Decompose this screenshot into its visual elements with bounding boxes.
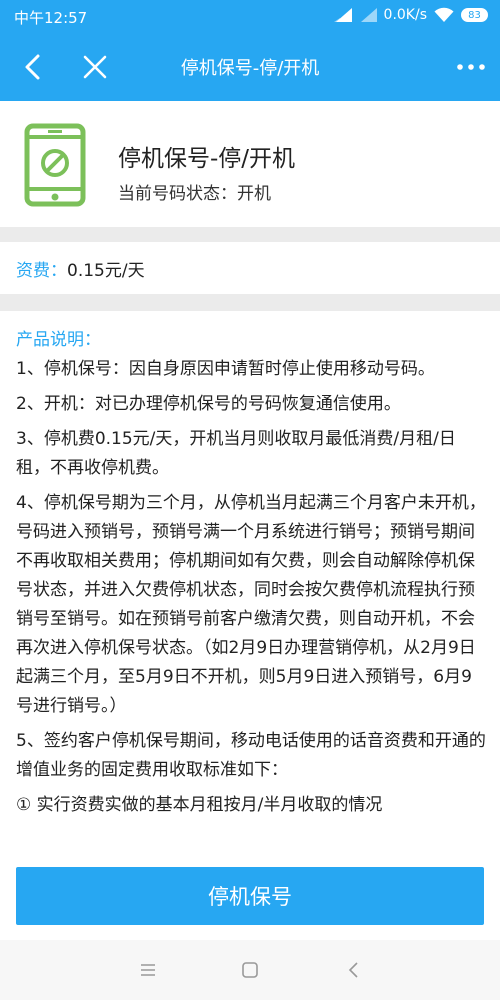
phone-suspend-icon: [24, 123, 86, 207]
suspend-number-button[interactable]: 停机保号: [16, 867, 484, 925]
wifi-icon: [434, 7, 454, 22]
signal-icon-2: [360, 8, 377, 22]
service-header-card: 停机保号-停/开机 当前号码状态：开机: [0, 101, 500, 227]
signal-icon: [333, 8, 352, 22]
battery-icon: 83: [461, 8, 488, 22]
fee-row: 资费：0.15元/天: [16, 256, 145, 281]
service-name: 停机保号-停/开机: [118, 146, 296, 172]
description-body: 1、停机保号：因自身原因申请暂时停止使用移动号码。 2、开机：对已办理停机保号的…: [16, 355, 486, 826]
description-paragraph: 4、停机保号期为三个月，从停机当月起满三个月客户未开机，号码进入预销号，预销号满…: [16, 493, 486, 716]
fee-label: 资费：: [16, 261, 67, 281]
close-icon[interactable]: [80, 52, 110, 82]
status-time: 中午12:57: [14, 9, 88, 27]
net-speed: 0.0K/s: [383, 7, 427, 23]
status-bar: 中午12:57 0.0K/s 83: [0, 0, 500, 34]
fee-value: 0.15元/天: [67, 261, 145, 281]
system-navigation-bar: [0, 940, 500, 1000]
status-right: 0.0K/s 83: [333, 7, 488, 23]
description-paragraph: 2、开机：对已办理停机保号的号码恢复通信使用。: [16, 394, 401, 414]
description-card[interactable]: 产品说明： 1、停机保号：因自身原因申请暂时停止使用移动号码。 2、开机：对已办…: [0, 311, 500, 851]
back-icon[interactable]: [344, 960, 364, 980]
home-icon[interactable]: [240, 960, 260, 980]
description-paragraph: 3、停机费0.15元/天，开机当月则收取月最低消费/月租/日租，不再收停机费。: [16, 429, 456, 478]
action-area: 停机保号: [0, 851, 500, 940]
menu-icon[interactable]: [138, 960, 158, 980]
description-paragraph: 1、停机保号：因自身原因申请暂时停止使用移动号码。: [16, 359, 435, 379]
more-options-icon[interactable]: [454, 52, 488, 82]
description-paragraph: 5、签约客户停机保号期间，移动电话使用的话音资费和开通的增值业务的固定费用收取标…: [16, 731, 486, 780]
navigation-bar: 停机保号-停/开机: [0, 34, 500, 100]
back-arrow-icon[interactable]: [18, 52, 48, 82]
fee-card: 资费：0.15元/天: [0, 242, 500, 294]
description-paragraph: ① 实行资费实做的基本月租按月/半月收取的情况: [16, 795, 383, 815]
service-status: 当前号码状态：开机: [118, 184, 271, 204]
description-heading: 产品说明：: [16, 330, 101, 350]
page-title: 停机保号-停/开机: [180, 58, 320, 79]
top-bar: 中午12:57 0.0K/s 83 停机保号-停/开机: [0, 0, 500, 101]
